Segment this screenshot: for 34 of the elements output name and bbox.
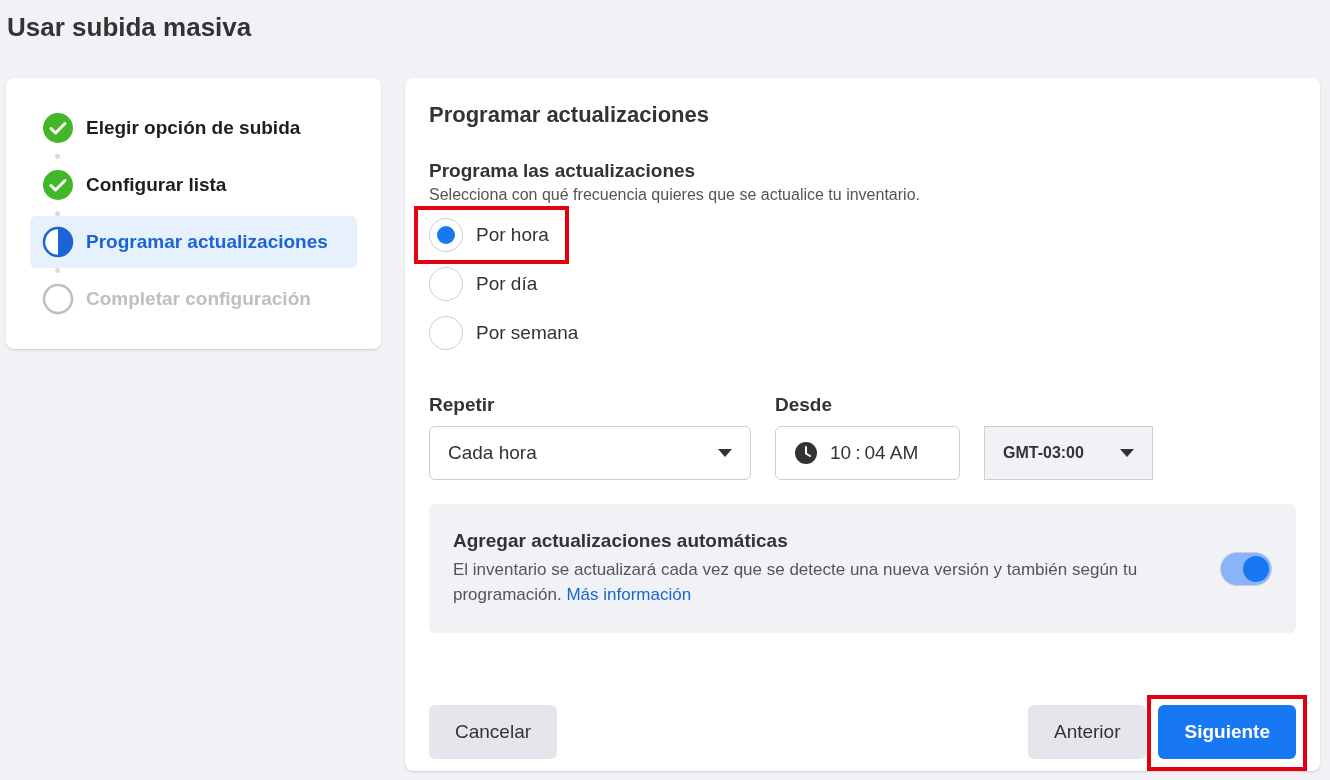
time-value: 10 : 04 AM bbox=[830, 442, 919, 464]
check-circle-icon bbox=[42, 169, 74, 201]
field-label: Repetir bbox=[429, 394, 496, 416]
time-field[interactable]: 10 : 04 AM bbox=[775, 426, 960, 480]
check-circle-icon bbox=[42, 112, 74, 144]
radio-option[interactable]: Por semana bbox=[429, 316, 579, 350]
step-label: Configurar lista bbox=[86, 174, 227, 196]
secondary-button[interactable]: Anterior bbox=[1027, 705, 1147, 759]
caret-icon bbox=[1120, 449, 1134, 457]
field-label: Desde bbox=[775, 394, 834, 416]
section-title: Programa las actualizaciones bbox=[429, 160, 697, 182]
next-button[interactable]: Siguiente bbox=[1158, 705, 1296, 759]
toggle-switch[interactable] bbox=[1220, 551, 1272, 586]
caret-icon bbox=[718, 449, 732, 457]
step-item[interactable]: Elegir opción de subida bbox=[30, 102, 357, 154]
panel-title: Programar actualizaciones bbox=[429, 102, 710, 128]
step-item[interactable]: Programar actualizaciones bbox=[30, 216, 357, 268]
page-title: Usar subida masiva bbox=[6, 11, 253, 44]
repeat-dropdown[interactable]: Cada hora bbox=[429, 426, 751, 480]
clock-icon bbox=[794, 441, 818, 465]
timezone-dropdown[interactable]: GMT-03:00 bbox=[984, 426, 1153, 480]
secondary-button[interactable]: Cancelar bbox=[429, 705, 558, 759]
empty-circle-icon bbox=[42, 283, 74, 315]
more-info-link[interactable]: Más información bbox=[566, 584, 692, 604]
radio-option[interactable]: Por día bbox=[429, 267, 538, 301]
step-label: Elegir opción de subida bbox=[86, 117, 301, 139]
section-subtitle: Selecciona con qué frecuencia quieres que se actualice tu inventario. bbox=[429, 186, 921, 204]
half-filled-circle-icon bbox=[42, 226, 74, 258]
auto-updates-description: El inventario se actualizará cada vez que se detecte una nueva versión y también según tu programación. Más información bbox=[453, 559, 1139, 606]
radio-option[interactable]: Por hora bbox=[429, 218, 549, 252]
step-label: Completar configuración bbox=[86, 288, 311, 310]
step-label: Programar actualizaciones bbox=[86, 231, 328, 253]
step-item[interactable]: Configurar lista bbox=[30, 159, 357, 211]
auto-updates-title: Agregar actualizaciones automáticas bbox=[453, 530, 789, 552]
